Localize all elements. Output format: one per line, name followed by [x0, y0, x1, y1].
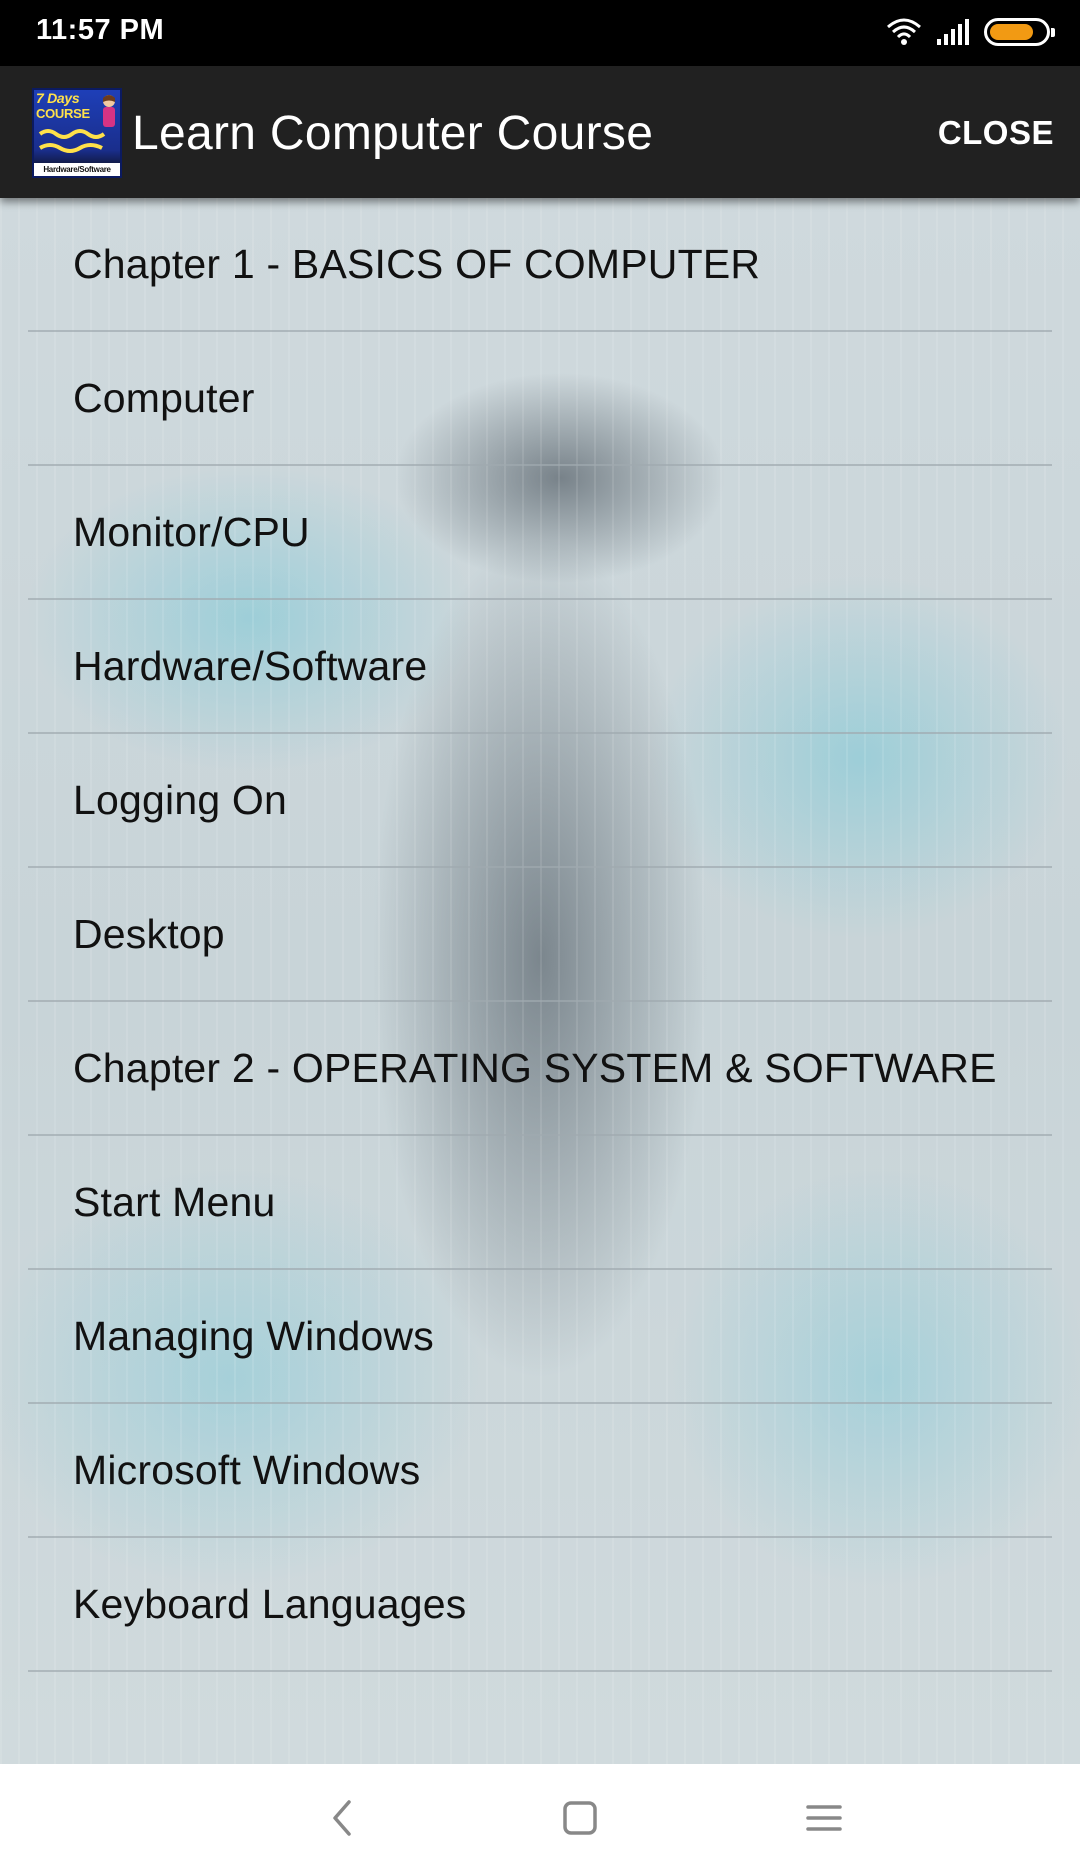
list-item-label: Desktop — [73, 910, 225, 957]
menu-icon — [806, 1805, 842, 1831]
status-bar: 11:57 PM — [0, 0, 1080, 66]
logo-text-hardware-software: Hardware/Software — [34, 163, 120, 176]
list-item-label: Chapter 1 - BASICS OF COMPUTER — [73, 240, 761, 287]
list-item[interactable]: Microsoft Windows — [28, 1404, 1052, 1538]
list-item[interactable]: Managing Windows — [28, 1270, 1052, 1404]
list-item[interactable]: Chapter 1 - BASICS OF COMPUTER — [28, 198, 1052, 332]
navigation-bar — [0, 1764, 1080, 1872]
status-time: 11:57 PM — [36, 14, 165, 46]
list-item-label: Computer — [73, 374, 255, 421]
close-button[interactable]: CLOSE — [938, 114, 1054, 152]
signal-icon — [937, 19, 969, 45]
list-item-label: Logging On — [73, 776, 288, 823]
list-item[interactable]: Keyboard Languages — [28, 1538, 1052, 1672]
logo-text-days: 7 Days — [36, 90, 80, 106]
logo-person-icon — [103, 95, 115, 127]
logo-urdu-script-icon — [38, 129, 106, 153]
list-item-label: Microsoft Windows — [73, 1446, 421, 1493]
app-title: Learn Computer Course — [132, 107, 654, 160]
list-item[interactable]: Chapter 2 - OPERATING SYSTEM & SOFTWARE — [28, 1002, 1052, 1136]
list-item[interactable]: Monitor/CPU — [28, 466, 1052, 600]
list-item[interactable]: Hardware/Software — [28, 600, 1052, 734]
app-logo: 7 Days COURSE Hardware/Software — [32, 88, 122, 178]
wifi-icon — [887, 18, 921, 45]
list-item-label: Managing Windows — [73, 1312, 434, 1359]
list-item[interactable]: Logging On — [28, 734, 1052, 868]
list-item[interactable]: Computer — [28, 332, 1052, 466]
battery-level — [990, 24, 1034, 40]
back-icon — [333, 1800, 351, 1836]
back-button[interactable] — [316, 1792, 368, 1844]
app-bar: 7 Days COURSE Hardware/Software Learn Co… — [0, 66, 1080, 198]
logo-text-course: COURSE — [36, 106, 90, 121]
content-area: Chapter 1 - BASICS OF COMPUTER Computer … — [0, 198, 1080, 1764]
list-item-label: Chapter 2 - OPERATING SYSTEM & SOFTWARE — [73, 1044, 997, 1091]
recents-button[interactable] — [798, 1792, 850, 1844]
list-item-label: Hardware/Software — [73, 642, 428, 689]
list-item-label: Keyboard Languages — [73, 1580, 467, 1627]
list-item-label: Start Menu — [73, 1178, 276, 1225]
chapter-list: Chapter 1 - BASICS OF COMPUTER Computer … — [28, 198, 1052, 1672]
status-icons — [886, 14, 1055, 50]
home-icon — [563, 1801, 597, 1835]
list-item-label: Monitor/CPU — [73, 508, 310, 555]
list-item[interactable]: Start Menu — [28, 1136, 1052, 1270]
list-item[interactable]: Desktop — [28, 868, 1052, 1002]
home-button[interactable] — [554, 1792, 606, 1844]
battery-icon — [984, 18, 1055, 46]
